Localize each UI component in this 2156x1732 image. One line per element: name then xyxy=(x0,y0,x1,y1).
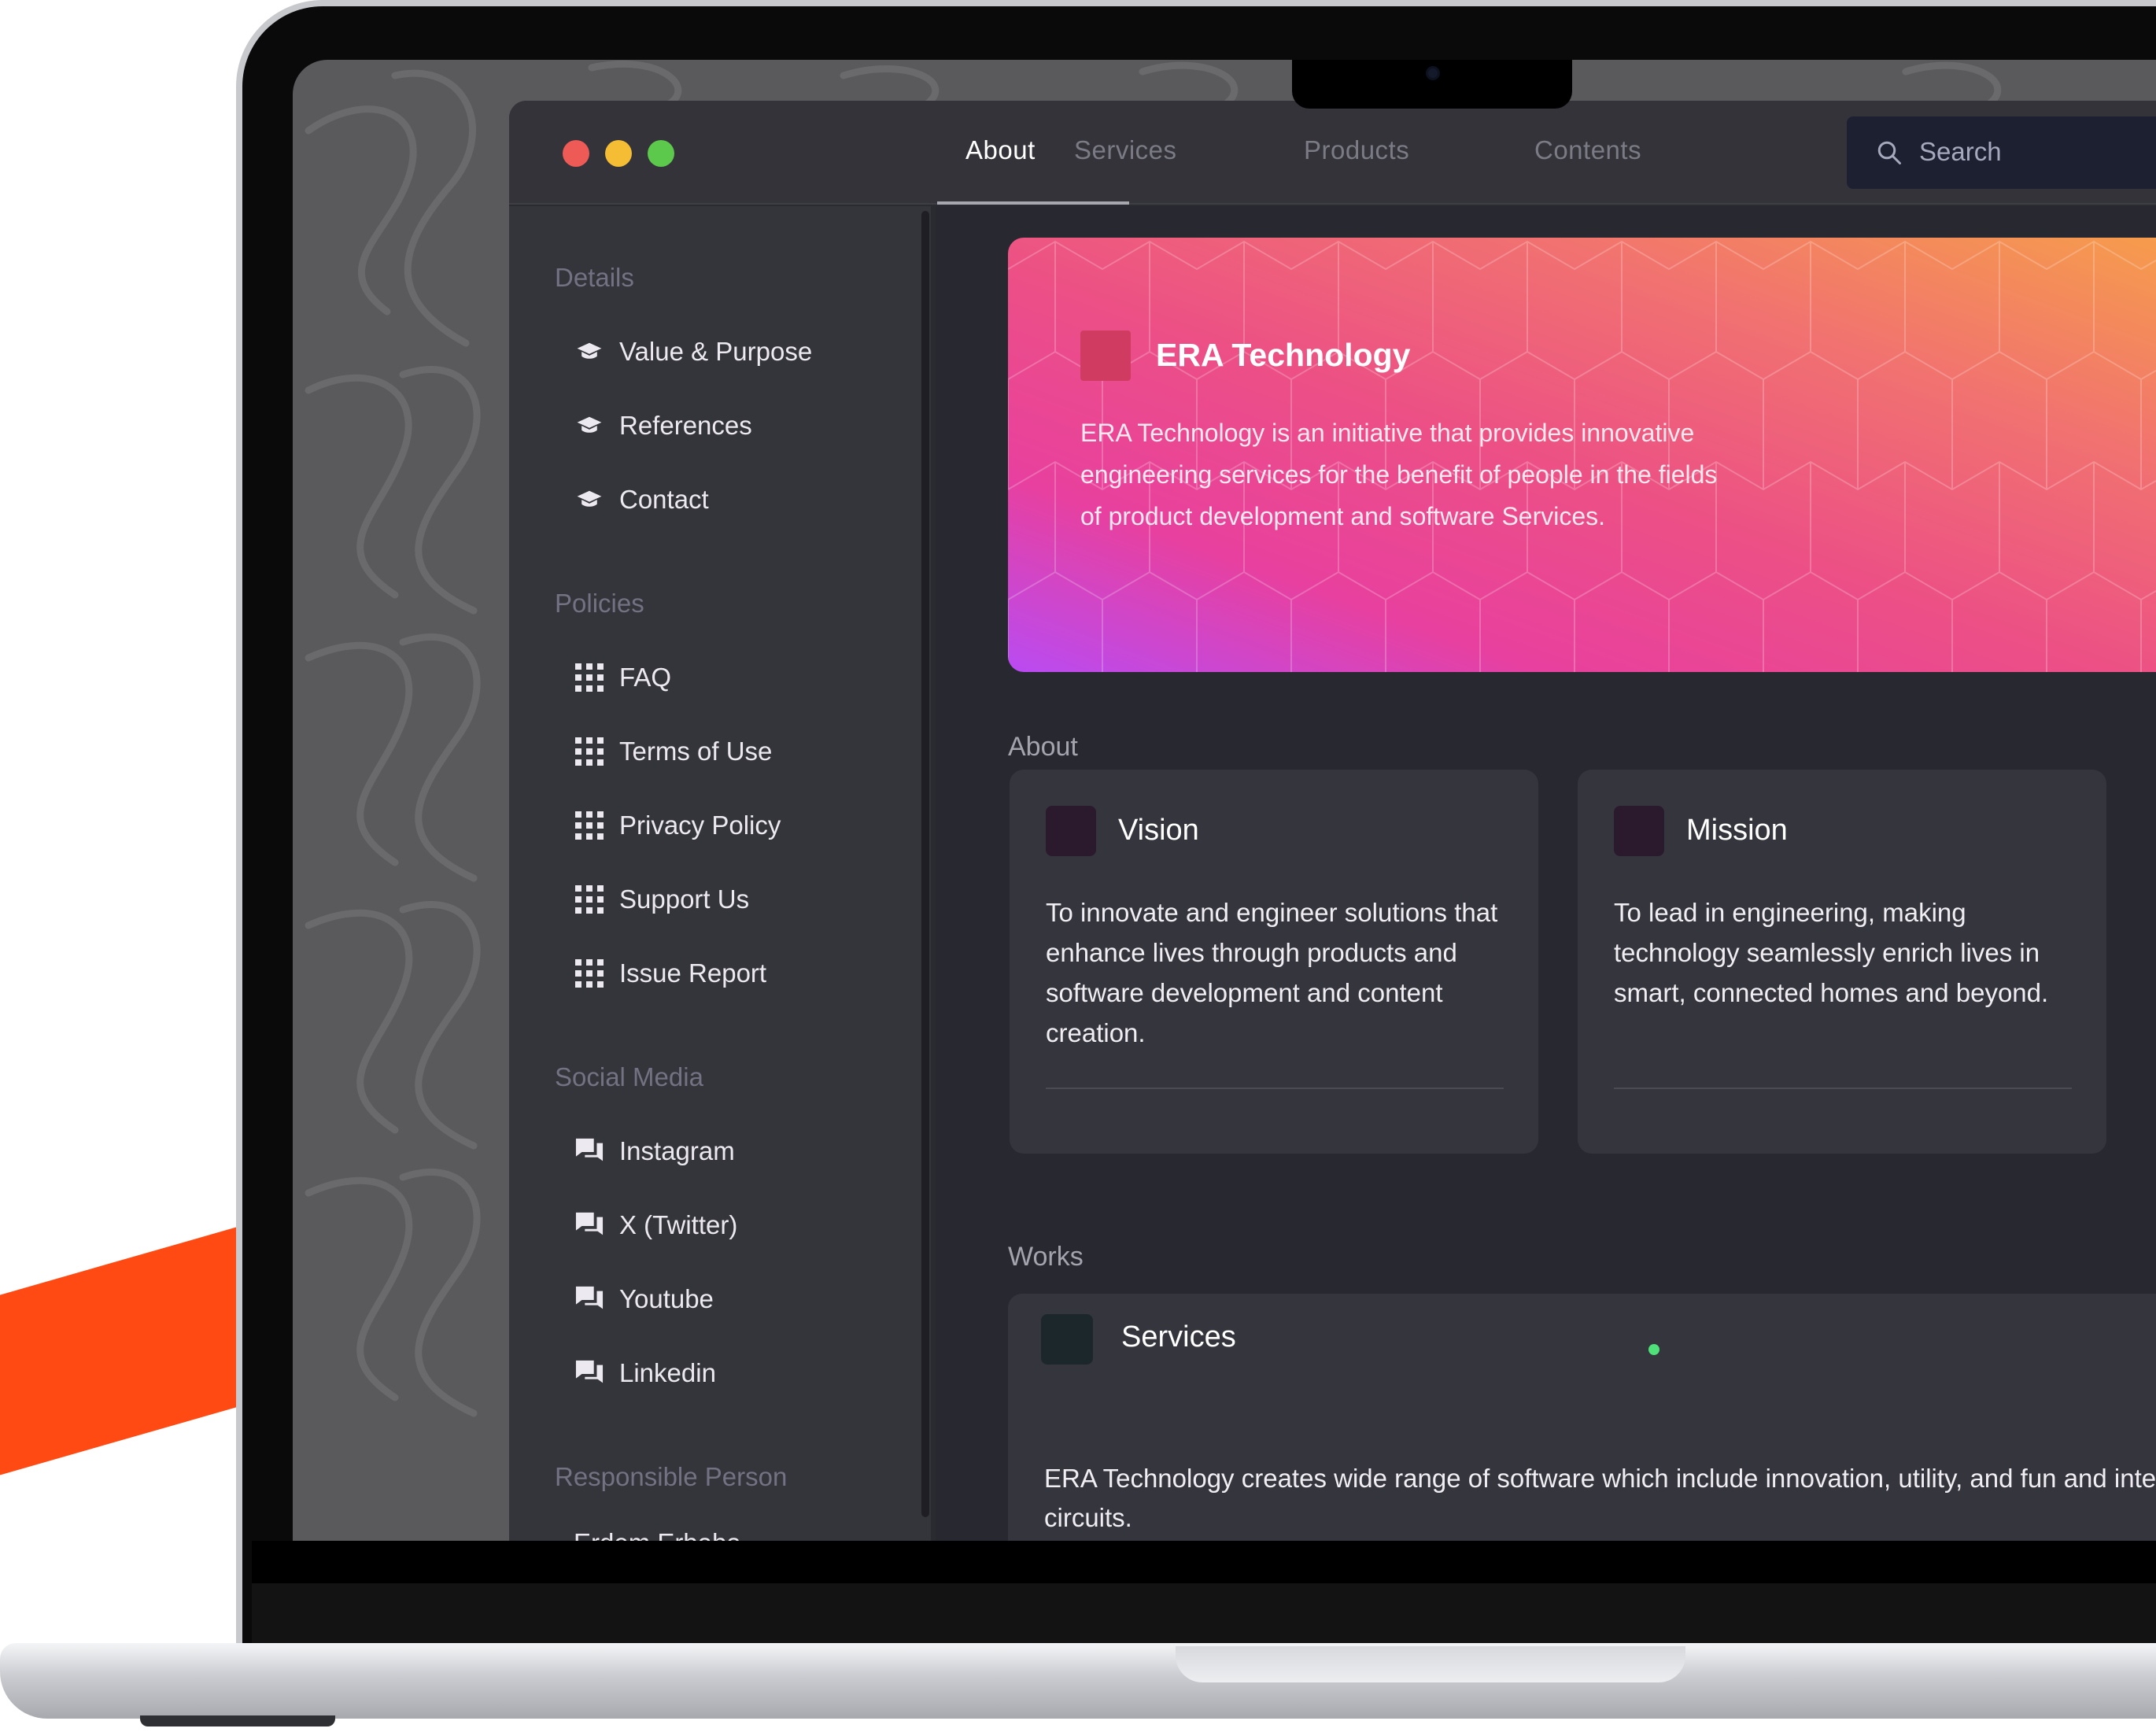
chat-bubbles-icon xyxy=(574,1136,605,1167)
laptop-foot xyxy=(140,1715,335,1726)
search-input[interactable]: Search xyxy=(1847,116,2156,189)
sidebar-item-label: Issue Report xyxy=(619,958,767,988)
grid-icon xyxy=(574,736,605,767)
sidebar-item-instagram[interactable]: Instagram xyxy=(574,1133,735,1169)
sidebar-item-responsible-person[interactable]: Erdem Erbaba xyxy=(574,1525,741,1541)
hero-banner: ERA Technology ERA Technology is an init… xyxy=(1008,238,2156,672)
sidebar-item-label: Instagram xyxy=(619,1136,735,1165)
card-title: Mission xyxy=(1686,814,1788,847)
sidebar: Details Value & Purpose References Conta… xyxy=(509,206,931,1541)
sidebar-item-label: Erdem Erbaba xyxy=(574,1528,741,1541)
works-heading: Works xyxy=(1008,1242,1084,1272)
sidebar-item-value-purpose[interactable]: Value & Purpose xyxy=(574,334,812,370)
grid-icon xyxy=(574,884,605,915)
sidebar-section-policies: Policies xyxy=(555,589,644,618)
card-text: To lead in engineering, making technolog… xyxy=(1614,898,2049,1007)
camera-notch xyxy=(1292,60,1572,109)
sidebar-item-faq[interactable]: FAQ xyxy=(574,659,671,696)
divider xyxy=(1614,1088,2072,1089)
chat-bubbles-icon xyxy=(574,1209,605,1241)
tab-services[interactable]: Services xyxy=(1074,135,1177,165)
grid-icon xyxy=(574,958,605,989)
app-window: About Services Products Contents Search … xyxy=(509,101,2156,1541)
close-window-button[interactable] xyxy=(563,140,589,167)
search-placeholder: Search xyxy=(1919,137,2002,166)
vision-icon xyxy=(1046,806,1096,856)
camera-icon xyxy=(1426,66,1440,80)
sidebar-item-references[interactable]: References xyxy=(574,408,752,444)
active-tab-indicator xyxy=(937,201,1129,205)
sidebar-item-linkedin[interactable]: Linkedin xyxy=(574,1355,716,1391)
mission-card: Mission To lead in engineering, making t… xyxy=(1578,770,2106,1154)
sidebar-item-label: Youtube xyxy=(619,1284,714,1313)
grid-icon xyxy=(574,662,605,693)
chat-bubbles-icon xyxy=(574,1357,605,1389)
graduation-cap-icon xyxy=(574,410,605,441)
sidebar-section-social-media: Social Media xyxy=(555,1062,703,1091)
sidebar-item-label: Terms of Use xyxy=(619,737,773,766)
card-text: To innovate and engineer solutions that … xyxy=(1046,898,1498,1047)
sidebar-scrollbar[interactable] xyxy=(921,211,929,1517)
laptop-screen: About Services Products Contents Search … xyxy=(293,60,2156,1541)
sidebar-section-details: Details xyxy=(555,263,634,292)
laptop-base xyxy=(0,1643,2156,1719)
laptop-chin xyxy=(252,1541,2156,1643)
graduation-cap-icon xyxy=(574,484,605,515)
vision-card: Vision To innovate and engineer solution… xyxy=(1010,770,1538,1154)
card-title: Services xyxy=(1121,1320,1236,1353)
main-content: ERA Technology ERA Technology is an init… xyxy=(936,206,2156,1541)
era-logo-icon xyxy=(1080,331,1131,381)
sidebar-item-label: FAQ xyxy=(619,663,672,692)
card-text: ERA Technology creates wide range of sof… xyxy=(1044,1464,2156,1532)
sidebar-item-privacy-policy[interactable]: Privacy Policy xyxy=(574,807,781,844)
hero-title: ERA Technology xyxy=(1156,337,1411,373)
title-bar: About Services Products Contents Search xyxy=(509,101,2156,205)
tab-contents[interactable]: Contents xyxy=(1534,135,1641,165)
sidebar-item-youtube[interactable]: Youtube xyxy=(574,1281,714,1317)
sidebar-item-label: References xyxy=(619,411,752,440)
services-card: Services ERA Technology creates wide ran… xyxy=(1008,1294,2156,1541)
services-icon xyxy=(1041,1314,1093,1365)
card-title: Vision xyxy=(1118,814,1199,847)
sidebar-item-support-us[interactable]: Support Us xyxy=(574,881,749,918)
search-icon xyxy=(1877,141,1901,164)
tab-about[interactable]: About xyxy=(965,135,1036,165)
divider xyxy=(1046,1088,1504,1089)
sidebar-item-x-twitter[interactable]: X (Twitter) xyxy=(574,1207,737,1243)
sidebar-item-label: Linkedin xyxy=(619,1358,716,1387)
minimize-window-button[interactable] xyxy=(605,140,632,167)
grid-icon xyxy=(574,810,605,841)
graduation-cap-icon xyxy=(574,336,605,367)
status-dot xyxy=(1648,1344,1659,1355)
mission-icon xyxy=(1614,806,1664,856)
tab-products[interactable]: Products xyxy=(1304,135,1409,165)
laptop-opening-notch xyxy=(1176,1646,1685,1682)
maximize-window-button[interactable] xyxy=(648,140,674,167)
sidebar-item-label: Contact xyxy=(619,485,709,514)
sidebar-item-label: Value & Purpose xyxy=(619,337,813,366)
chat-bubbles-icon xyxy=(574,1283,605,1315)
hero-description: ERA Technology is an initiative that pro… xyxy=(1080,419,1718,530)
about-heading: About xyxy=(1008,732,1078,762)
sidebar-item-label: X (Twitter) xyxy=(619,1210,738,1239)
sidebar-item-contact[interactable]: Contact xyxy=(574,482,709,518)
sidebar-item-label: Privacy Policy xyxy=(619,811,781,840)
sidebar-section-responsible-person: Responsible Person xyxy=(555,1462,788,1491)
sidebar-item-issue-report[interactable]: Issue Report xyxy=(574,955,766,992)
sidebar-item-terms-of-use[interactable]: Terms of Use xyxy=(574,733,772,770)
sidebar-item-label: Support Us xyxy=(619,884,750,914)
